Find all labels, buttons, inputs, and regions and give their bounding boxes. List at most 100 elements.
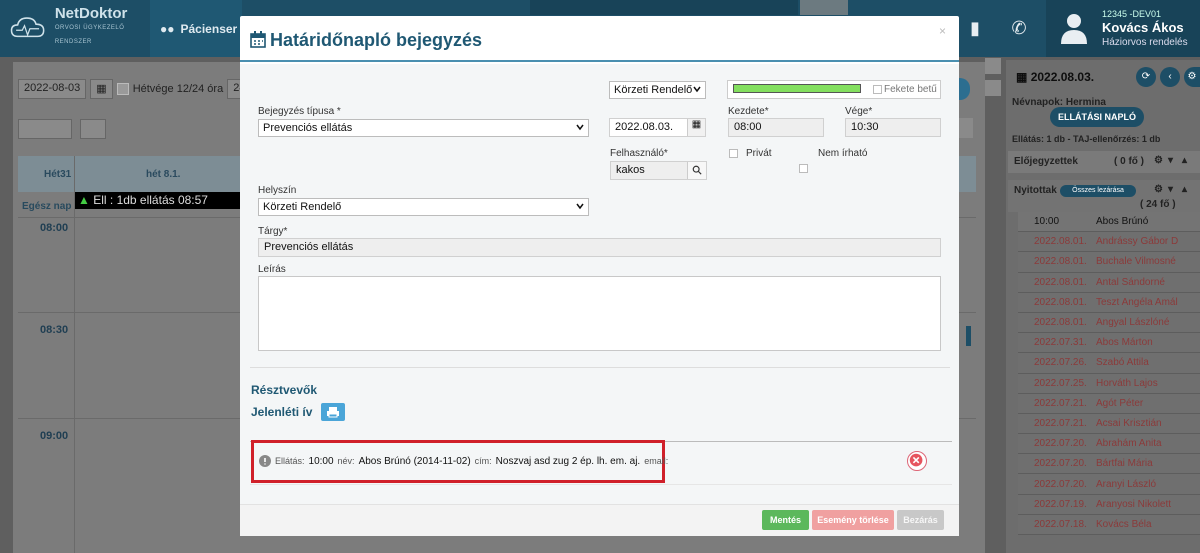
remove-icon	[909, 453, 923, 467]
save-button[interactable]: Mentés	[762, 510, 809, 530]
chevron-up-icon[interactable]: ▴	[1182, 184, 1187, 195]
patient-row[interactable]: 2022.07.26. Szabó Attila	[1018, 353, 1200, 374]
user-field[interactable]: kakos	[610, 161, 707, 180]
time-label: 08:30	[40, 324, 69, 336]
read-only-checkbox[interactable]	[799, 164, 808, 173]
top-tab-grey[interactable]	[800, 0, 848, 15]
patient-list: 10:00 Abos Brúnó 2022.08.01. Andrássy Gábor…	[1018, 212, 1200, 535]
info-icon	[259, 455, 271, 467]
patient-row[interactable]: 2022.07.20. Ábrahám Anita	[1018, 434, 1200, 455]
chevron-down-icon	[693, 86, 701, 93]
patient-row[interactable]: 2022.07.31. Abos Márton	[1018, 333, 1200, 354]
scrollbar[interactable]	[966, 326, 971, 346]
top-tab[interactable]	[530, 0, 798, 15]
patient-row[interactable]: 2022.07.21. Acsai Krisztián	[1018, 413, 1200, 435]
calendar-event[interactable]: ▲ Ell : 1db ellátás 08:57	[74, 192, 244, 209]
refresh-icon[interactable]: ⟳	[1136, 67, 1156, 87]
patient-row[interactable]: 2022.07.21. Agót Péter	[1018, 393, 1200, 414]
chevron-down-icon[interactable]: ▾	[1168, 184, 1173, 195]
date-input[interactable]: 2022-08-03	[18, 79, 87, 99]
patient-name: Antal Sándorné	[1096, 276, 1165, 288]
patient-row[interactable]: 2022.07.20. Bártfai Mária	[1018, 454, 1200, 475]
location-field-select[interactable]: Körzeti Rendelő	[258, 198, 589, 216]
patient-row[interactable]: 10:00 Abos Brúnó	[1018, 212, 1200, 233]
patient-date: 2022.08.01.	[1034, 317, 1087, 329]
private-checkbox[interactable]	[729, 149, 738, 158]
patient-name: Andrássy Gábor D	[1096, 236, 1179, 248]
subject-input[interactable]: Prevenciós ellátás	[258, 238, 941, 257]
chevron-up-icon[interactable]: ▴	[1182, 155, 1187, 166]
ellatas-stat: Ellátás: 1 db - TAJ-ellenőrzés: 1 db	[1012, 134, 1161, 144]
gear-icon[interactable]: ⚙	[1154, 155, 1163, 166]
patient-row[interactable]: 2022.07.19. Aranyosi Nikolett	[1018, 494, 1200, 515]
phone-alert-icon[interactable]: ✆	[1006, 18, 1032, 42]
calendar-icon[interactable]: ▦	[687, 119, 705, 136]
patient-row[interactable]: 2022.08.01. Andrássy Gábor D	[1018, 232, 1200, 253]
search-icon[interactable]	[687, 162, 706, 179]
calendar-icon: ▦	[1016, 70, 1028, 84]
subject-label: Tárgy*	[258, 226, 288, 237]
chat-icon[interactable]: ▮	[962, 18, 988, 42]
elojegyzettek-section[interactable]: Előjegyzettek ( 0 fő ) ⚙ ▾ ▴	[1008, 151, 1200, 173]
weekend-label: Hétvége 12/24 óra	[132, 83, 224, 95]
divider	[250, 367, 950, 368]
print-button[interactable]	[321, 403, 345, 421]
user-label: Felhasználó*	[610, 148, 668, 159]
patient-row[interactable]: 2022.08.01. Buchale Vilmosné	[1018, 252, 1200, 273]
day-label: hét 8.1.	[146, 169, 181, 180]
modal-header: Határidőnapló bejegyzés ×	[240, 16, 959, 62]
patient-name: Szabó Attila	[1096, 357, 1149, 369]
end-time-input[interactable]: 10:30	[845, 118, 941, 137]
location-select[interactable]: Körzeti Rendelő	[609, 81, 706, 99]
user-panel[interactable]: 12345 -DEV01 Kovács Ákos Háziorvos rende…	[1046, 0, 1200, 57]
panel-arrow-icon[interactable]	[985, 80, 1001, 96]
netdoktor-logo[interactable]: NetDoktor ORVOSI ÜGYKEZELŐ RENDSZER	[10, 6, 138, 46]
email-label: email:	[644, 456, 669, 466]
fekete-betu-checkbox[interactable]	[873, 85, 882, 94]
date-value: 2022.08.03.	[615, 121, 674, 133]
start-time-input[interactable]: 08:00	[728, 118, 824, 137]
description-textarea[interactable]	[258, 276, 941, 351]
ellatas-label: Ellátás:	[275, 456, 305, 466]
patient-row[interactable]: 2022.07.25. Horváth Lajos	[1018, 373, 1200, 394]
location-label: Helyszín	[258, 185, 297, 196]
calendar-icon	[250, 31, 266, 48]
ellatasi-naplo-button[interactable]: ELLÁTÁSI NAPLÓ	[1050, 107, 1144, 127]
patient-name: Acsai Krisztián	[1096, 417, 1162, 429]
delete-event-button[interactable]: Esemény törlése	[812, 510, 894, 530]
sidebar-date: ▦ 2022.08.03.	[1016, 70, 1095, 84]
column-divider	[74, 156, 75, 553]
close-all-button[interactable]: Összes lezárása	[1060, 185, 1136, 197]
remove-participant-button[interactable]	[907, 451, 927, 471]
color-bar[interactable]	[733, 84, 861, 93]
location-value: Körzeti Rendelő	[263, 201, 342, 213]
modal-title: Határidőnapló bejegyzés	[270, 30, 483, 50]
weekend-checkbox[interactable]	[116, 83, 129, 95]
panel-up-icon[interactable]	[985, 58, 1001, 74]
attendance-heading: Jelenléti ív	[251, 405, 313, 419]
date-field[interactable]: 2022.08.03. ▦	[609, 118, 706, 137]
user-role: Háziorvos rendelés	[1102, 37, 1188, 48]
entry-type-select[interactable]: Prevenciós ellátás	[258, 119, 589, 137]
chevron-left-icon[interactable]: ‹	[1160, 67, 1180, 87]
patient-name: Agót Péter	[1096, 397, 1144, 409]
close-icon[interactable]: ×	[939, 24, 946, 38]
fekete-betu-label: Fekete betű	[884, 84, 937, 95]
event-label: Ell : 1db ellátás 08:57	[93, 193, 208, 207]
today-button[interactable]	[80, 119, 106, 139]
patient-row[interactable]: 2022.07.20. Aranyi László	[1018, 474, 1200, 495]
elojegyzettek-count: ( 0 fő )	[1114, 156, 1144, 167]
close-button[interactable]: Bezárás	[897, 510, 944, 530]
patient-date: 2022.07.19.	[1034, 498, 1087, 510]
patient-date: 2022.08.01.	[1034, 236, 1087, 248]
patient-row[interactable]: 2022.08.01. Teszt Angéla Amál	[1018, 292, 1200, 313]
prev-next-buttons[interactable]	[18, 119, 72, 139]
patient-row[interactable]: 2022.07.18. Kovács Béla	[1018, 514, 1200, 535]
settings-icon[interactable]: ⚙	[1184, 67, 1200, 87]
gear-icon[interactable]: ⚙	[1154, 184, 1163, 195]
calendar-icon[interactable]: ▦	[90, 79, 113, 99]
patient-row[interactable]: 2022.08.01. Antal Sándorné	[1018, 272, 1200, 293]
patient-row[interactable]: 2022.08.01. Angyal Lászlóné	[1018, 312, 1200, 334]
nav-patients[interactable]: ●● Pácienser	[150, 0, 242, 57]
chevron-down-icon[interactable]: ▾	[1168, 155, 1173, 166]
